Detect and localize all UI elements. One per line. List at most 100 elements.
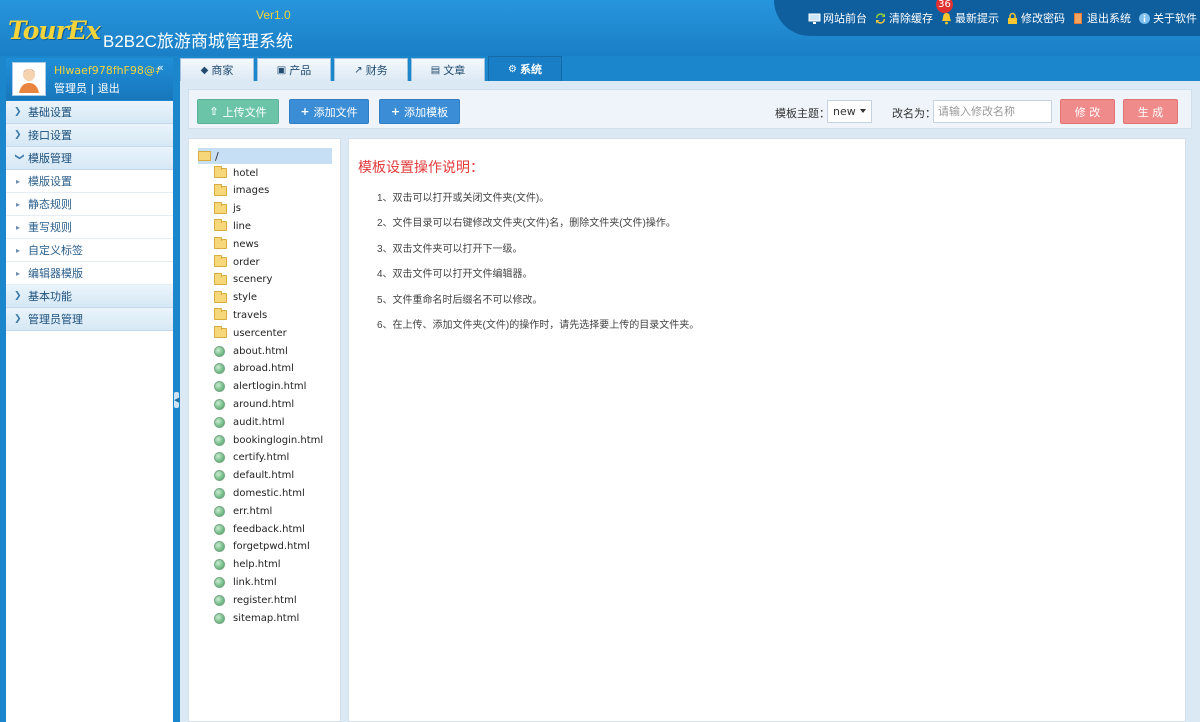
sidebar-splitter[interactable] [173,58,179,722]
sidebar-item-template-settings[interactable]: ▸ 模版设置 [6,170,173,193]
tree-folder-item[interactable]: news [214,236,259,252]
tree-folder-item[interactable]: line [214,218,251,234]
tree-item-label: alertlogin.html [233,381,307,393]
tree-root-node[interactable]: / [198,148,332,164]
add-file-button[interactable]: + 添加文件 [289,99,369,124]
user-name: Hlwaef978fhF98@#e [54,64,159,77]
tree-file-item[interactable]: err.html [214,503,272,519]
tree-folder-item[interactable]: usercenter [214,325,287,341]
splitter-toggle-icon[interactable]: ◀ [174,392,179,408]
html-file-icon [214,470,225,482]
tab-finance[interactable]: ↗ 财务 [334,58,408,81]
app-title: B2B2C旅游商城管理系统 [103,32,293,51]
html-file-icon [214,416,225,428]
tab-product[interactable]: ▣ 产品 [257,58,331,81]
tree-file-item[interactable]: sitemap.html [214,610,299,626]
tree-item-label: audit.html [233,416,285,428]
plus-icon: + [300,105,310,118]
lock-icon [1008,12,1017,24]
sidebar-item-label: 编辑器模版 [28,267,83,280]
sidebar-item-label: 模版设置 [28,175,72,188]
cart-icon: ▣ [276,64,287,76]
sidebar-item-editor-templates[interactable]: ▸ 编辑器模版 [6,262,173,285]
tab-system[interactable]: ⚙ 系统 [488,56,562,81]
sidebar: ❯ 基础设置 ❯ 接口设置 ❯ 模版管理 ▸ 模版设置 ▸ 静态规则 ▸ 重写规则 ▸ 自定义… [6,101,173,722]
tree-folder-item[interactable]: order [214,254,260,270]
topnav-exit-system[interactable]: 退出系统 [1072,10,1131,26]
sidebar-item-rewrite-rules[interactable]: ▸ 重写规则 [6,216,173,239]
role-separator: | [90,82,95,95]
logout-link[interactable]: 退出 [98,82,120,95]
tree-file-item[interactable]: link.html [214,574,277,590]
chevron-down-icon: ❯ [14,153,24,161]
sidebar-item-template-management[interactable]: ❯ 模版管理 [6,147,173,170]
folder-icon [214,308,227,321]
collapse-sidebar-icon[interactable]: « [157,61,164,74]
tree-folder-item[interactable]: scenery [214,272,272,288]
tree-item-label: usercenter [233,327,287,339]
theme-select[interactable]: new [827,100,872,123]
tree-folder-item[interactable]: images [214,183,269,199]
rename-input[interactable] [933,100,1052,123]
topnav-clear-cache[interactable]: 清除缓存 [874,10,933,26]
tree-file-item[interactable]: audit.html [214,414,284,430]
sidebar-item-custom-tags[interactable]: ▸ 自定义标签 [6,239,173,262]
chevron-right-icon: ❯ [14,107,22,117]
html-file-icon [214,363,225,375]
sidebar-item-basic-functions[interactable]: ❯ 基本功能 [6,285,173,308]
top-navigation: 网站前台 清除缓存 最新提示 36 修改密码 退出系统 关于软件 [774,0,1200,36]
tree-folder-item[interactable]: hotel [214,165,258,181]
upload-icon: ⇧ [209,105,219,118]
instructions-title: 模板设置操作说明： [358,159,484,175]
topnav-about[interactable]: 关于软件 [1138,10,1197,26]
tab-merchant[interactable]: ◆ 商家 [180,58,254,81]
tab-label: 商家 [211,64,234,77]
tree-file-item[interactable]: abroad.html [214,361,294,377]
tree-file-item[interactable]: about.html [214,343,288,359]
sidebar-item-interface-settings[interactable]: ❯ 接口设置 [6,124,173,147]
tree-item-label: line [233,220,252,232]
sidebar-item-label: 自定义标签 [28,244,83,257]
tree-file-item[interactable]: around.html [214,396,294,412]
tree-file-item[interactable]: help.html [214,557,281,573]
chevron-right-icon: ❯ [14,130,22,140]
file-tree-panel: / hotel images js line news order scenery style… [188,138,341,722]
modify-button[interactable]: 修 改 [1060,99,1115,124]
html-file-icon [214,505,225,517]
topnav-label: 退出系统 [1087,12,1131,25]
tree-file-item[interactable]: bookinglogin.html [214,432,323,448]
tree-folder-item[interactable]: style [214,290,257,306]
sidebar-item-basic-settings[interactable]: ❯ 基础设置 [6,101,173,124]
sidebar-item-static-rules[interactable]: ▸ 静态规则 [6,193,173,216]
user-panel: Hlwaef978fhF98@#e 管理员 | 退出 « [6,58,173,100]
caret-right-icon: ▸ [16,222,21,232]
tree-file-item[interactable]: default.html [214,468,294,484]
tree-folder-item[interactable]: js [214,201,241,217]
sidebar-item-label: 基本功能 [28,290,72,303]
topnav-change-password[interactable]: 修改密码 [1006,10,1065,26]
html-file-icon [214,523,225,535]
tree-item-label: forgetpwd.html [233,541,310,553]
upload-file-button[interactable]: ⇧ 上传文件 [197,99,279,124]
tree-file-item[interactable]: forgetpwd.html [214,539,310,555]
tree-file-item[interactable]: domestic.html [214,485,305,501]
tree-file-item[interactable]: certify.html [214,450,289,466]
html-file-icon [214,541,225,553]
sidebar-item-label: 接口设置 [28,129,72,142]
tree-folder-item[interactable]: travels [214,307,267,323]
folder-icon [214,255,227,267]
app-header: TourEx B2B2C旅游商城管理系统 Ver1.0 网站前台 清除缓存 最新… [0,0,1200,56]
tree-file-item[interactable]: feedback.html [214,521,305,537]
button-label: 添加模板 [404,105,449,119]
tree-file-item[interactable]: register.html [214,592,297,608]
add-template-button[interactable]: + 添加模板 [379,99,460,124]
topnav-latest-notice[interactable]: 最新提示 36 [936,0,999,26]
user-role: 管理员 [54,82,87,95]
tree-item-label: hotel [233,167,259,179]
tree-file-item[interactable]: alertlogin.html [214,379,306,395]
tab-article[interactable]: ▤ 文章 [411,58,485,81]
generate-button[interactable]: 生 成 [1123,99,1178,124]
folder-icon [214,183,227,196]
topnav-site-frontend[interactable]: 网站前台 [808,10,867,26]
sidebar-item-admin-management[interactable]: ❯ 管理员管理 [6,308,173,331]
